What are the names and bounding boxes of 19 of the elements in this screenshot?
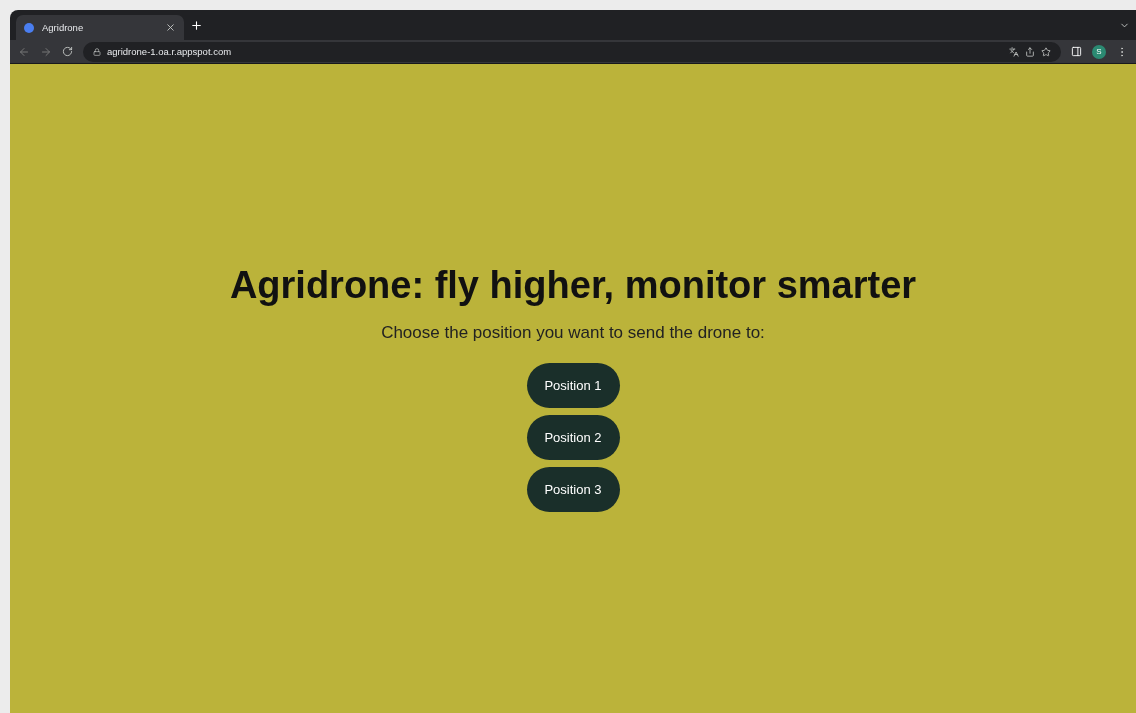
favicon-icon: [24, 22, 34, 33]
url-text: agridrone-1.oa.r.appspot.com: [107, 46, 233, 57]
new-tab-icon[interactable]: [190, 18, 203, 32]
close-icon[interactable]: [165, 22, 176, 33]
position-button[interactable]: Position 2: [526, 415, 620, 460]
share-icon[interactable]: [1025, 46, 1035, 57]
side-panel-icon[interactable]: [1071, 46, 1082, 57]
page-title: Agridrone: fly higher, monitor smarter: [229, 264, 917, 307]
position-button[interactable]: Position 3: [526, 467, 620, 512]
prompt-text: Choose the position you want to send the drone to:: [381, 323, 765, 343]
reload-icon[interactable]: [62, 46, 73, 57]
translate-icon[interactable]: [1009, 46, 1019, 57]
position-button[interactable]: Position 1: [526, 363, 620, 408]
tab-title: Agridrone: [42, 22, 85, 33]
address-bar[interactable]: agridrone-1.oa.r.appspot.com: [83, 41, 1061, 62]
profile-avatar[interactable]: S: [1092, 44, 1106, 59]
star-icon[interactable]: [1041, 46, 1051, 57]
browser-tab[interactable]: Agridrone: [16, 15, 184, 40]
lock-icon: [93, 47, 101, 56]
